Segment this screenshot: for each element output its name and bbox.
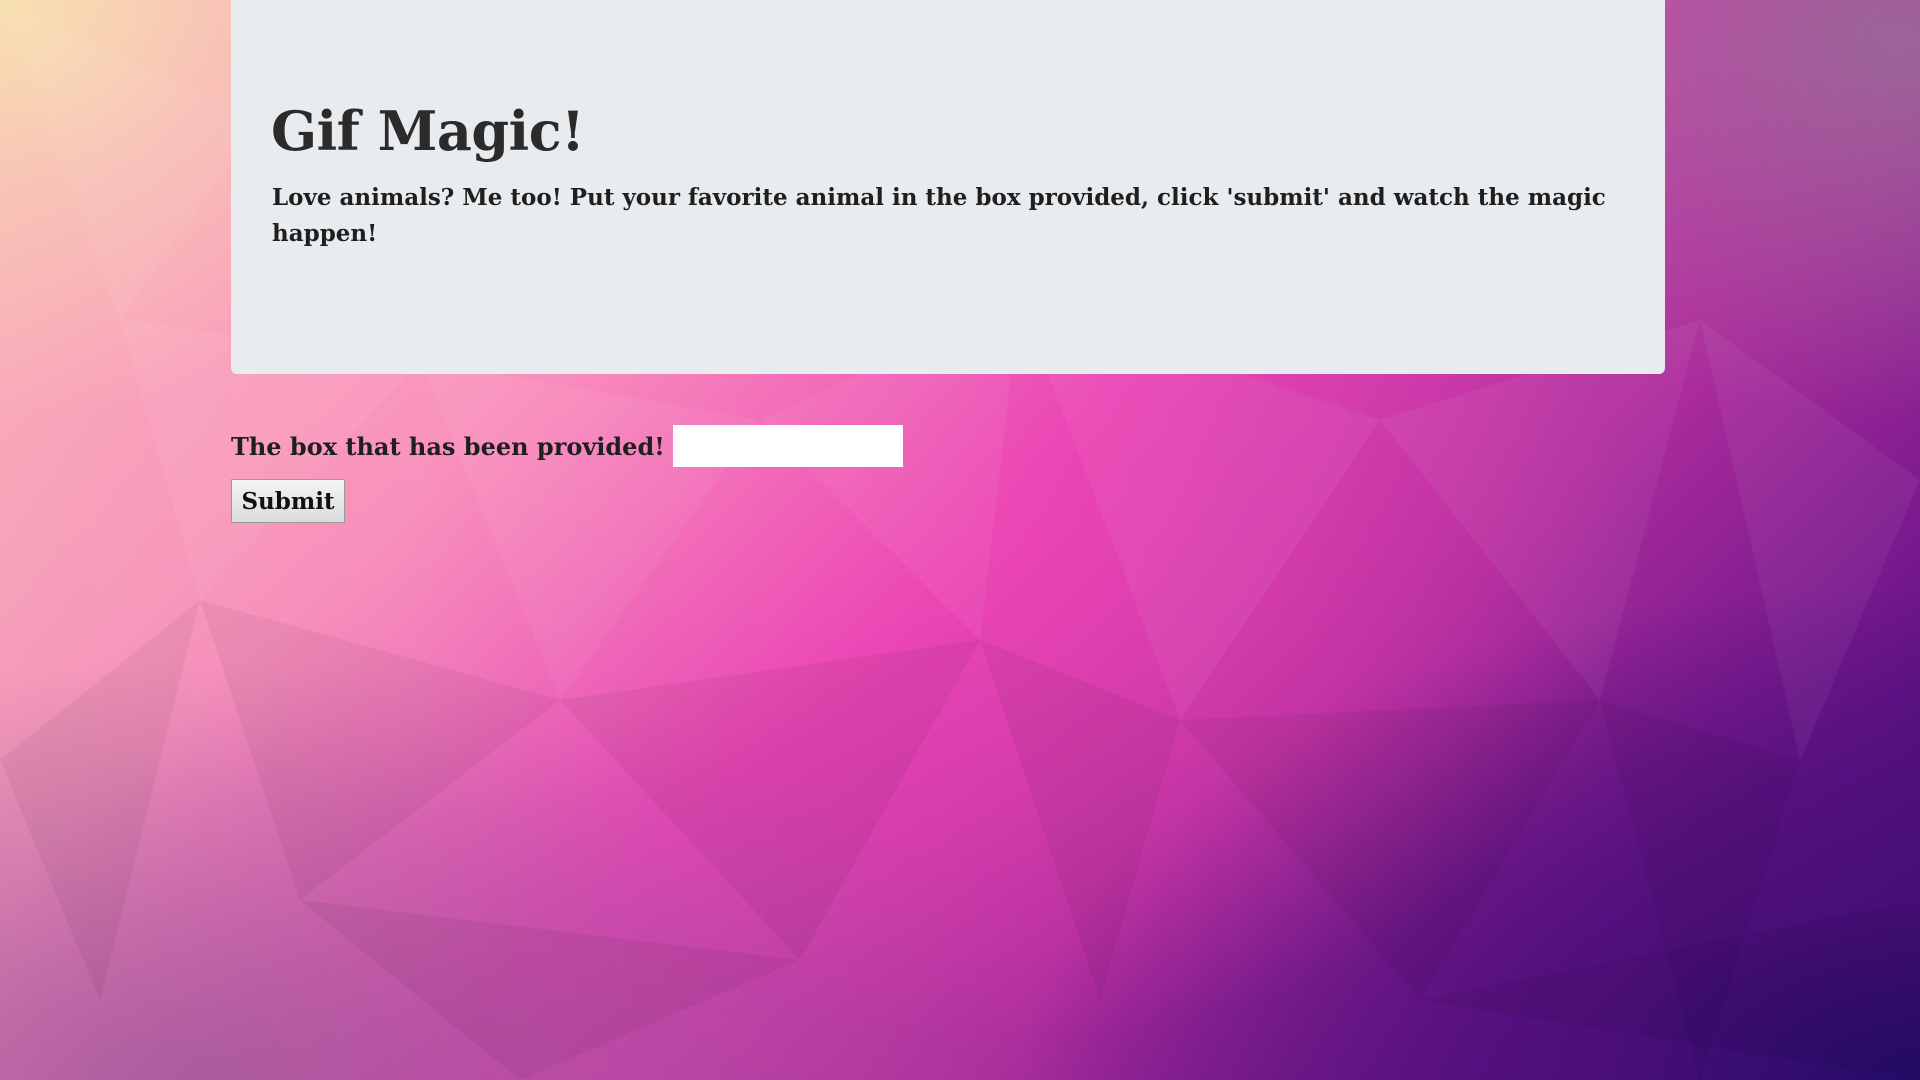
hero-jumbotron: Gif Magic! Love animals? Me too! Put you… [231, 0, 1665, 374]
animal-input-label: The box that has been provided! [231, 431, 665, 461]
submit-button[interactable]: Submit [231, 479, 345, 523]
page-title: Gif Magic! [271, 99, 585, 163]
intro-text: Love animals? Me too! Put your favorite … [272, 184, 1606, 247]
animal-form: The box that has been provided! [231, 423, 903, 469]
animal-input[interactable] [672, 425, 903, 467]
